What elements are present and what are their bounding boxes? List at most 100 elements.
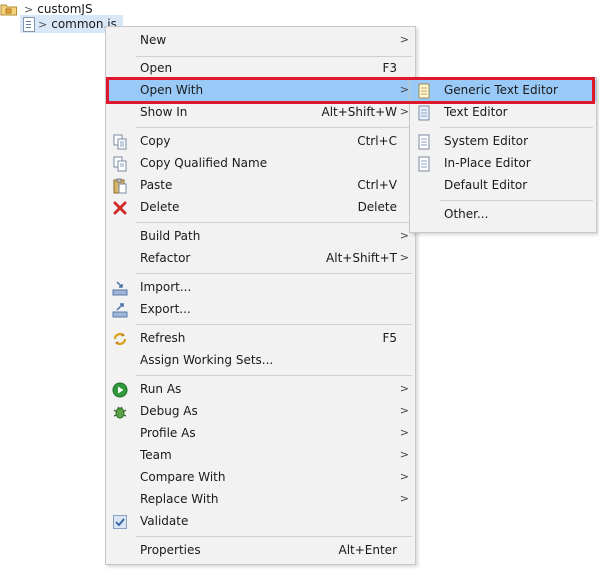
submenu-item-text-editor[interactable]: Text Editor xyxy=(410,102,596,124)
copy-icon xyxy=(112,134,128,150)
menu-item-copy-qualified-name[interactable]: Copy Qualified Name xyxy=(106,153,415,175)
submenu-item-generic-text-editor[interactable]: Generic Text Editor xyxy=(410,80,596,102)
submenu-item-other[interactable]: Other... xyxy=(410,204,596,226)
menu-item-label: In-Place Editor xyxy=(444,156,531,170)
file-icon xyxy=(416,156,432,172)
menu-item-label: Properties xyxy=(140,543,201,557)
menu-item-debug-as[interactable]: Debug As > xyxy=(106,401,415,423)
copy-qualified-name-icon xyxy=(112,156,128,172)
menu-item-assign-working-sets[interactable]: Assign Working Sets... xyxy=(106,350,415,372)
menu-item-export[interactable]: Export... xyxy=(106,299,415,321)
menu-item-label: Paste xyxy=(140,178,173,192)
menu-item-shortcut: F5 xyxy=(382,331,397,345)
js-file-icon xyxy=(20,16,36,32)
menu-item-compare-with[interactable]: Compare With > xyxy=(106,467,415,489)
menu-item-label: Other... xyxy=(444,207,489,221)
menu-item-new[interactable]: New > xyxy=(106,30,415,52)
tree-item-label: customJS xyxy=(37,2,93,16)
context-menu: New > Open F3 Open With > Show In Alt+Sh… xyxy=(105,26,416,565)
submenu-arrow-icon: > xyxy=(399,426,409,439)
menu-item-label: Replace With xyxy=(140,492,219,506)
menu-item-label: Run As xyxy=(140,382,182,396)
menu-item-label: New xyxy=(140,33,167,47)
menu-item-open[interactable]: Open F3 xyxy=(106,58,415,80)
refresh-icon xyxy=(112,331,128,347)
menu-item-refactor[interactable]: Refactor Alt+Shift+T > xyxy=(106,248,415,270)
menu-item-replace-with[interactable]: Replace With > xyxy=(106,489,415,511)
paste-icon xyxy=(112,178,128,194)
menu-item-profile-as[interactable]: Profile As > xyxy=(106,423,415,445)
run-icon xyxy=(112,382,128,398)
menu-item-label: Open xyxy=(140,61,173,75)
menu-item-label: System Editor xyxy=(444,134,529,148)
menu-item-label: Team xyxy=(140,448,172,462)
menu-item-label: Import... xyxy=(140,280,192,294)
menu-separator xyxy=(136,127,412,128)
menu-item-label: Copy xyxy=(140,134,171,148)
submenu-arrow-icon: > xyxy=(399,33,409,46)
debug-bug-icon xyxy=(112,404,128,420)
menu-item-open-with[interactable]: Open With > xyxy=(106,80,415,102)
text-file-icon xyxy=(416,83,432,99)
text-file-icon xyxy=(416,105,432,121)
menu-item-label: Build Path xyxy=(140,229,201,243)
menu-item-delete[interactable]: Delete Delete xyxy=(106,197,415,219)
submenu-arrow-icon: > xyxy=(399,404,409,417)
menu-item-label: Show In xyxy=(140,105,188,119)
submenu-arrow-icon: > xyxy=(399,105,409,118)
menu-item-run-as[interactable]: Run As > xyxy=(106,379,415,401)
menu-item-label: Refactor xyxy=(140,251,191,265)
menu-item-shortcut: Ctrl+C xyxy=(357,134,397,148)
menu-item-team[interactable]: Team > xyxy=(106,445,415,467)
menu-separator xyxy=(136,56,412,57)
submenu-arrow-icon: > xyxy=(399,448,409,461)
menu-item-label: Profile As xyxy=(140,426,196,440)
menu-separator xyxy=(136,222,412,223)
menu-item-label: Debug As xyxy=(140,404,198,418)
menu-separator xyxy=(136,536,412,537)
menu-separator xyxy=(440,127,593,128)
menu-item-validate[interactable]: Validate xyxy=(106,511,415,533)
submenu-item-in-place-editor[interactable]: In-Place Editor xyxy=(410,153,596,175)
submenu-arrow-icon: > xyxy=(399,382,409,395)
submenu-arrow-icon: > xyxy=(399,83,409,96)
menu-separator xyxy=(136,375,412,376)
submenu-item-system-editor[interactable]: System Editor xyxy=(410,131,596,153)
menu-separator xyxy=(136,273,412,274)
menu-item-label: Default Editor xyxy=(444,178,528,192)
menu-item-shortcut: Ctrl+V xyxy=(357,178,397,192)
menu-item-label: Compare With xyxy=(140,470,226,484)
file-icon xyxy=(416,134,432,150)
menu-item-refresh[interactable]: Refresh F5 xyxy=(106,328,415,350)
menu-item-label: Validate xyxy=(140,514,189,528)
menu-separator xyxy=(136,324,412,325)
submenu-arrow-icon: > xyxy=(399,251,409,264)
menu-item-build-path[interactable]: Build Path > xyxy=(106,226,415,248)
menu-separator xyxy=(440,200,593,201)
open-with-submenu: Generic Text Editor Text Editor System E… xyxy=(409,77,597,233)
menu-item-shortcut: F3 xyxy=(382,61,397,75)
menu-item-shortcut: Alt+Enter xyxy=(338,543,397,557)
menu-item-label: Assign Working Sets... xyxy=(140,353,274,367)
export-icon xyxy=(112,302,128,318)
menu-item-label: Generic Text Editor xyxy=(444,83,558,97)
submenu-arrow-icon: > xyxy=(399,470,409,483)
delete-x-icon xyxy=(112,200,128,216)
menu-item-properties[interactable]: Properties Alt+Enter xyxy=(106,540,415,562)
menu-item-paste[interactable]: Paste Ctrl+V xyxy=(106,175,415,197)
checkmark-icon xyxy=(112,514,128,530)
submenu-arrow-icon: > xyxy=(399,229,409,242)
menu-item-copy[interactable]: Copy Ctrl+C xyxy=(106,131,415,153)
menu-item-label: Open With xyxy=(140,83,204,97)
menu-item-show-in[interactable]: Show In Alt+Shift+W > xyxy=(106,102,415,124)
menu-item-shortcut: Alt+Shift+T xyxy=(326,251,397,265)
menu-item-label: Text Editor xyxy=(444,105,508,119)
menu-item-label: Export... xyxy=(140,302,191,316)
menu-item-import[interactable]: Import... xyxy=(106,277,415,299)
tree-chevron-icon[interactable]: > xyxy=(24,3,33,16)
menu-item-shortcut: Alt+Shift+W xyxy=(321,105,398,119)
tree-chevron-icon[interactable]: > xyxy=(38,18,47,31)
menu-item-shortcut: Delete xyxy=(357,200,397,214)
submenu-item-default-editor[interactable]: Default Editor xyxy=(410,175,596,197)
package-folder-icon xyxy=(0,1,18,17)
